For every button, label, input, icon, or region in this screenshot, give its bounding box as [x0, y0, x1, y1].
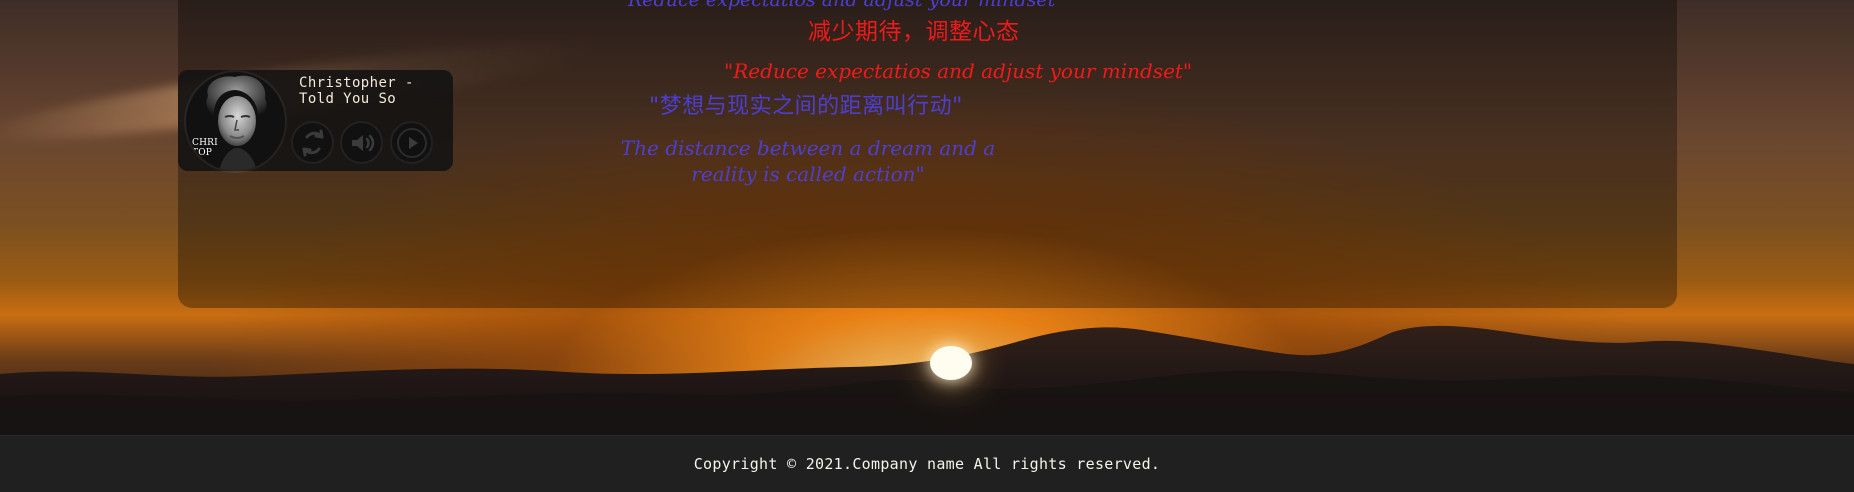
quote-partial-top: Reduce expectatios and adjust your minds…: [628, 0, 1056, 11]
play-button[interactable]: [390, 121, 433, 164]
setting-sun: [930, 346, 972, 380]
music-player: CHRI TOP Christopher - Told You So: [178, 70, 453, 171]
loop-icon: [302, 129, 323, 156]
album-cover-text: CHRI TOP: [192, 138, 218, 158]
mountain-silhouette: [0, 325, 1854, 450]
play-icon: [396, 127, 427, 158]
sunset-background: Reduce expectatios and adjust your minds…: [0, 0, 1854, 492]
player-controls: [291, 121, 447, 165]
quote-red-chinese: 减少期待，调整心态: [808, 19, 1020, 45]
site-footer: Copyright © 2021.Company name All rights…: [0, 435, 1854, 492]
quote-red-english: "Reduce expectatios and adjust your mind…: [724, 59, 1193, 83]
volume-icon: [351, 134, 374, 151]
volume-button[interactable]: [340, 121, 383, 164]
copyright-text: Copyright © 2021.Company name All rights…: [693, 455, 1161, 473]
quote-blue-english: The distance between a dream and a reali…: [620, 136, 996, 186]
quote-blue-chinese: "梦想与现实之间的距离叫行动": [649, 94, 963, 119]
loop-button[interactable]: [291, 121, 334, 164]
album-cover: CHRI TOP: [186, 72, 285, 171]
track-title: Christopher - Told You So: [299, 75, 414, 107]
